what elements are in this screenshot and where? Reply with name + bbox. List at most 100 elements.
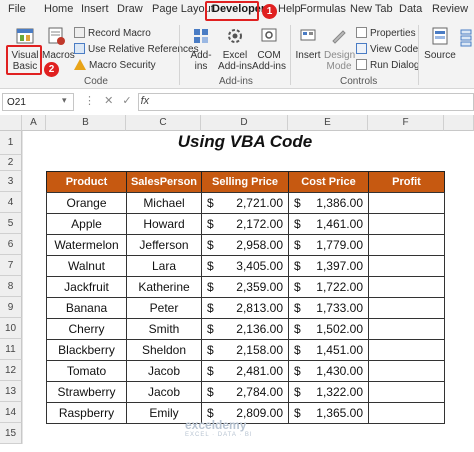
cell-profit[interactable] xyxy=(368,192,445,214)
tab-help[interactable]: Help xyxy=(278,3,301,15)
cell-selling-price[interactable]: $2,136.00 xyxy=(201,318,289,340)
row-header-10[interactable]: 10 xyxy=(0,318,22,339)
run-dialog-button[interactable]: Run Dialog xyxy=(356,59,419,71)
cell-profit[interactable] xyxy=(368,402,445,424)
cell-cost-price[interactable]: $1,451.00 xyxy=(288,339,369,361)
cell-profit[interactable] xyxy=(368,339,445,361)
header-salesperson[interactable]: SalesPerson xyxy=(126,171,202,193)
cell-product[interactable]: Raspberry xyxy=(46,402,127,424)
view-code-button[interactable]: View Code xyxy=(356,43,418,55)
cell-salesperson[interactable]: Michael xyxy=(126,192,202,214)
select-all-corner[interactable] xyxy=(0,115,22,131)
cell-selling-price[interactable]: $2,172.00 xyxy=(201,213,289,235)
cell-cost-price[interactable]: $1,461.00 xyxy=(288,213,369,235)
cell-cost-price[interactable]: $1,722.00 xyxy=(288,276,369,298)
cell-profit[interactable] xyxy=(368,213,445,235)
cell-selling-price[interactable]: $2,813.00 xyxy=(201,297,289,319)
source-button[interactable]: Source xyxy=(423,26,457,74)
cell-product[interactable]: Tomato xyxy=(46,360,127,382)
cell-cost-price[interactable]: $1,386.00 xyxy=(288,192,369,214)
macro-security-button[interactable]: Macro Security xyxy=(74,59,156,71)
cell-salesperson[interactable]: Howard xyxy=(126,213,202,235)
sheet-title[interactable]: Using VBA Code xyxy=(46,132,444,152)
excel-add-ins-button[interactable]: Excel Add-ins xyxy=(218,26,252,74)
tab-formulas[interactable]: Formulas xyxy=(300,3,346,15)
header-product[interactable]: Product xyxy=(46,171,127,193)
cell-profit[interactable] xyxy=(368,234,445,256)
cell-cost-price[interactable]: $1,779.00 xyxy=(288,234,369,256)
formula-input[interactable] xyxy=(138,93,474,111)
row-header-4[interactable]: 4 xyxy=(0,192,22,213)
cell-salesperson[interactable]: Jacob xyxy=(126,381,202,403)
column-header-d[interactable]: D xyxy=(201,115,288,131)
tab-insert[interactable]: Insert xyxy=(81,3,109,15)
tab-file[interactable]: File xyxy=(8,3,26,15)
tab-review[interactable]: Review xyxy=(432,3,468,15)
tab-data[interactable]: Data xyxy=(399,3,422,15)
row-header-1[interactable]: 1 xyxy=(0,131,22,155)
column-header-a[interactable]: A xyxy=(22,115,46,131)
map-properties-icon[interactable] xyxy=(460,29,472,47)
row-header-9[interactable]: 9 xyxy=(0,297,22,318)
cell-product[interactable]: Orange xyxy=(46,192,127,214)
cell-selling-price[interactable]: $2,958.00 xyxy=(201,234,289,256)
cell-selling-price[interactable]: $2,359.00 xyxy=(201,276,289,298)
cell-salesperson[interactable]: Peter xyxy=(126,297,202,319)
row-header-5[interactable]: 5 xyxy=(0,213,22,234)
row-header-3[interactable]: 3 xyxy=(0,171,22,192)
macros-button[interactable]: Macros xyxy=(42,26,75,74)
column-header-f[interactable]: F xyxy=(368,115,444,131)
enter-icon[interactable]: ✓ xyxy=(122,95,131,107)
cancel-icon[interactable]: ✕ xyxy=(104,95,113,107)
cell-product[interactable]: Apple xyxy=(46,213,127,235)
cell-salesperson[interactable]: Smith xyxy=(126,318,202,340)
row-header-12[interactable]: 12 xyxy=(0,360,22,381)
cell-selling-price[interactable]: $2,158.00 xyxy=(201,339,289,361)
cell-selling-price[interactable]: $2,784.00 xyxy=(201,381,289,403)
cell-selling-price[interactable]: $2,481.00 xyxy=(201,360,289,382)
cell-cost-price[interactable]: $1,322.00 xyxy=(288,381,369,403)
cell-salesperson[interactable]: Lara xyxy=(126,255,202,277)
tab-home[interactable]: Home xyxy=(44,3,73,15)
cell-cost-price[interactable]: $1,365.00 xyxy=(288,402,369,424)
header-cost-price[interactable]: Cost Price xyxy=(288,171,369,193)
row-header-15[interactable]: 15 xyxy=(0,423,22,444)
cell-salesperson[interactable]: Sheldon xyxy=(126,339,202,361)
row-header-8[interactable]: 8 xyxy=(0,276,22,297)
column-header-b[interactable]: B xyxy=(46,115,126,131)
row-header-6[interactable]: 6 xyxy=(0,234,22,255)
row-header-7[interactable]: 7 xyxy=(0,255,22,276)
cell-cost-price[interactable]: $1,502.00 xyxy=(288,318,369,340)
insert-control-button[interactable]: Insert xyxy=(294,26,322,74)
cell-profit[interactable] xyxy=(368,381,445,403)
header-selling-price[interactable]: Selling Price xyxy=(201,171,289,193)
record-macro-button[interactable]: Record Macro xyxy=(74,27,151,39)
row-header-13[interactable]: 13 xyxy=(0,381,22,402)
cell-product[interactable]: Cherry xyxy=(46,318,127,340)
add-ins-button[interactable]: Add- ins xyxy=(186,26,216,74)
cell-profit[interactable] xyxy=(368,255,445,277)
cell-product[interactable]: Walnut xyxy=(46,255,127,277)
cell-profit[interactable] xyxy=(368,360,445,382)
cell-salesperson[interactable]: Jacob xyxy=(126,360,202,382)
cell-selling-price[interactable]: $2,721.00 xyxy=(201,192,289,214)
cell-salesperson[interactable]: Jefferson xyxy=(126,234,202,256)
tab-new-tab[interactable]: New Tab xyxy=(350,3,393,15)
properties-button[interactable]: Properties xyxy=(356,27,416,39)
header-profit[interactable]: Profit xyxy=(368,171,445,193)
cell-selling-price[interactable]: $3,405.00 xyxy=(201,255,289,277)
design-mode-button[interactable]: Design Mode xyxy=(324,26,355,74)
row-header-2[interactable]: 2 xyxy=(0,155,22,171)
cell-profit[interactable] xyxy=(368,276,445,298)
cell-product[interactable]: Strawberry xyxy=(46,381,127,403)
row-header-11[interactable]: 11 xyxy=(0,339,22,360)
column-header-e[interactable]: E xyxy=(288,115,368,131)
row-header-14[interactable]: 14 xyxy=(0,402,22,423)
chevron-down-icon[interactable]: ▾ xyxy=(62,95,67,106)
cell-cost-price[interactable]: $1,430.00 xyxy=(288,360,369,382)
com-add-ins-button[interactable]: COM Add-ins xyxy=(252,26,286,74)
cell-profit[interactable] xyxy=(368,318,445,340)
cell-product[interactable]: Jackfruit xyxy=(46,276,127,298)
cell-salesperson[interactable]: Katherine xyxy=(126,276,202,298)
cell-cost-price[interactable]: $1,733.00 xyxy=(288,297,369,319)
